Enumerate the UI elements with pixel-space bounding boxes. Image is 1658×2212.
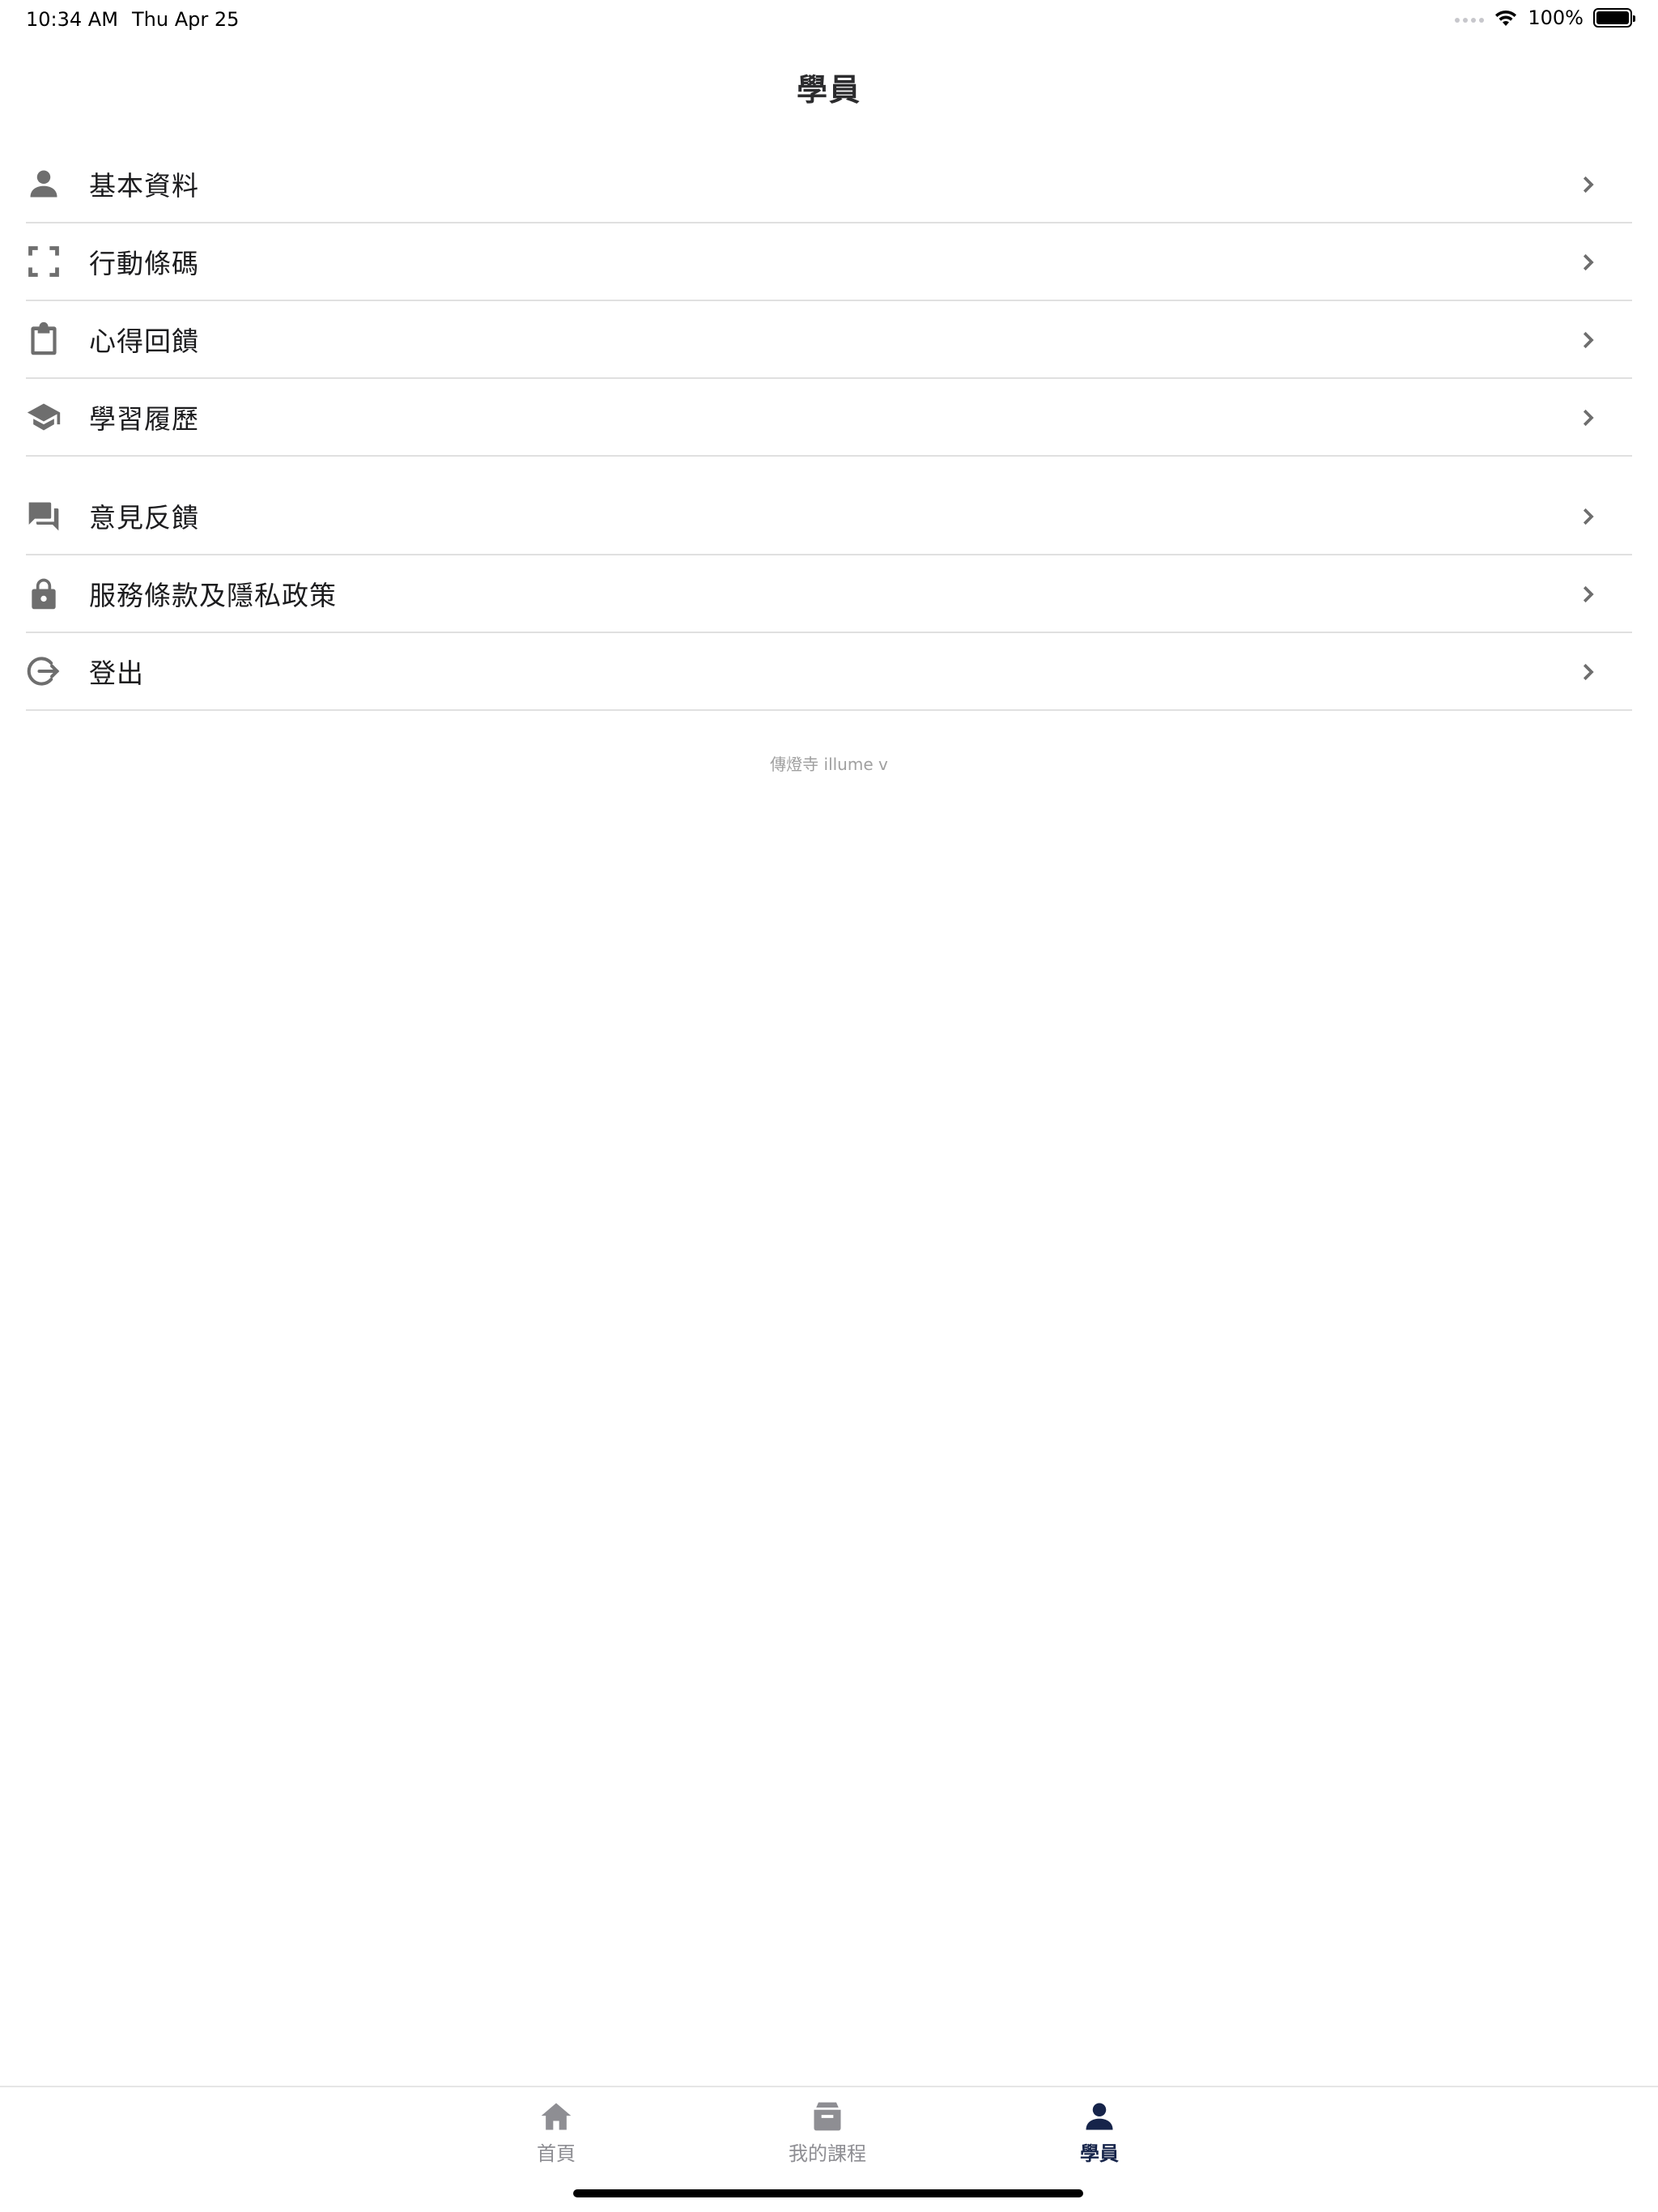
menu-item-logout[interactable]: 登出 [26,633,1632,711]
battery-icon [1593,8,1635,28]
student-screen: 10:34 AM Thu Apr 25 100% 學員 基本資料 行動條碼 心得… [0,0,1658,2212]
tab-home[interactable]: 首頁 [475,2099,637,2166]
status-time: 10:34 AM [26,8,118,31]
menu-item-mobile-barcode[interactable]: 行動條碼 [26,223,1632,301]
menu-group-settings: 意見反饋 服務條款及隱私政策 登出 [26,478,1632,711]
menu-item-label: 心得回饋 [89,325,199,357]
menu-item-feedback-reflection[interactable]: 心得回饋 [26,301,1632,379]
menu-item-terms-privacy[interactable]: 服務條款及隱私政策 [26,555,1632,633]
chevron-right-icon [1575,660,1600,684]
tab-my-courses[interactable]: 我的課程 [746,2099,908,2166]
menu-item-learning-history[interactable]: 學習履歷 [26,379,1632,457]
page-title: 學員 [796,72,861,108]
menu-group-account: 基本資料 行動條碼 心得回饋 學習履歷 [26,146,1632,457]
menu-item-label: 服務條款及隱私政策 [89,580,337,611]
app-version-label: 傳燈寺 illume v [770,755,888,774]
inbox-icon [814,2102,841,2131]
chevron-right-icon [1575,582,1600,606]
status-indicators: 100% [1455,6,1635,29]
home-indicator[interactable] [573,2189,1083,2197]
tab-student[interactable]: 學員 [1018,2099,1180,2166]
tab-label: 我的課程 [789,2142,866,2165]
chevron-right-icon [1575,250,1600,274]
scan-frame-icon [26,244,62,279]
menu-item-opinion-feedback[interactable]: 意見反饋 [26,478,1632,555]
tab-bar: 首頁 我的課程 學員 [0,2086,1658,2212]
menu-item-label: 學習履歷 [89,403,199,435]
tab-label: 學員 [1080,2142,1119,2165]
status-bar: 10:34 AM Thu Apr 25 100% [0,0,1658,39]
lock-icon [26,576,62,611]
chevron-right-icon [1575,328,1600,352]
cellular-signal-icon [1455,18,1485,23]
menu-item-label: 意見反饋 [89,502,199,534]
menu-item-label: 行動條碼 [89,248,199,279]
home-icon [541,2103,572,2130]
chat-bubbles-icon [26,498,62,534]
logout-icon [26,653,62,689]
menu-item-label: 基本資料 [89,170,199,202]
clipboard-icon [26,321,62,357]
status-date: Thu Apr 25 [132,8,240,31]
person-icon [1086,2103,1113,2130]
chevron-right-icon [1575,172,1600,197]
menu-item-label: 登出 [89,657,144,689]
chevron-right-icon [1575,406,1600,430]
chevron-right-icon [1575,504,1600,529]
menu-item-profile[interactable]: 基本資料 [26,146,1632,223]
wifi-icon [1495,10,1517,26]
person-icon [26,166,62,202]
tab-label: 首頁 [537,2142,576,2165]
graduation-cap-icon [26,399,62,435]
battery-percent: 100% [1528,6,1584,29]
